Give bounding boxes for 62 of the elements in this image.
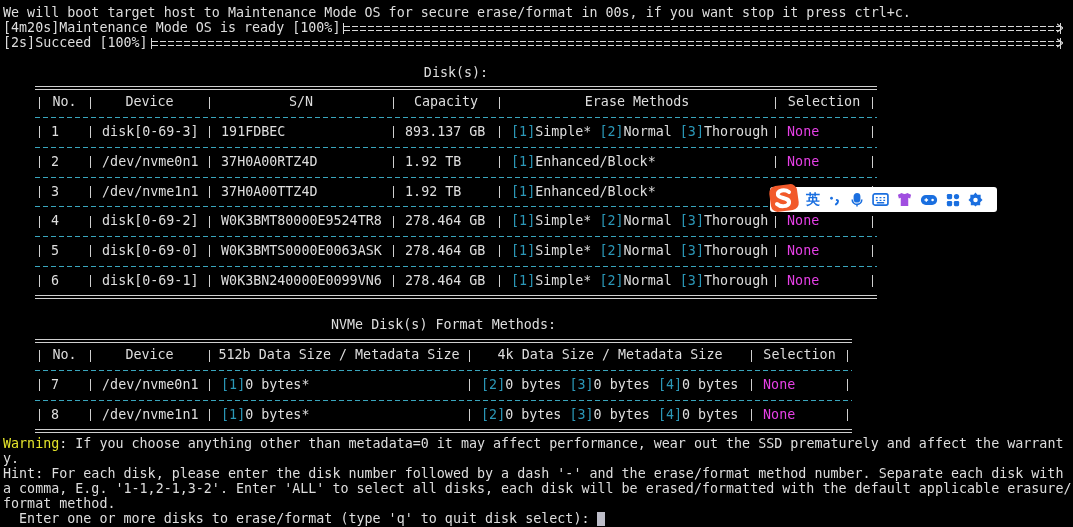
table-cell: [1]0 bytes* [221,376,310,392]
table-cell: 37H0A00RTZ4D [221,153,318,169]
boot-message: We will boot target host to Maintenance Mode OS for secure erase/format in 00s, if you want stop it press ctrl+c. [3,6,912,21]
table-cell: 278.464 GB [405,213,486,229]
table-cell: 3 [51,183,60,199]
shirt-icon[interactable] [897,192,912,207]
table-cell: [1]Simple* [2]Normal [3]Thorough [511,272,769,288]
settings-icon[interactable] [968,192,983,207]
text-cursor [597,512,606,527]
table-cell: [1]Enhanced/Block* [511,183,656,199]
table-cell: None [763,406,796,422]
table-cell: [1]Enhanced/Block* [511,153,656,169]
table-cell: disk[0-69-0] [102,243,199,258]
progress-label: [4m20s]Maintenance Mode OS is ready [100%] [3,20,341,36]
table-cell: 1 [51,124,60,139]
microphone-icon[interactable] [850,191,864,208]
table-cell: 278.464 GB [405,243,486,258]
table-cell: W0K3BN240000E0099VN6 [221,272,382,288]
table-cell: 6 [51,272,60,288]
hint-message: Hint: For each disk, please enter the disk number followed by a dash '-' and the erase/format method number. Separate each disk with a comma, E.g. '1-1,2-1,3-2'. Enter 'ALL' to select all disks, each disk will be erased/formatted with the default applicable erasure/format method. [3,467,1073,512]
table-cell: /dev/nvme0n1 [102,153,199,169]
table-cell: None [787,124,820,139]
table-cell: None [787,153,820,169]
apps-icon[interactable] [946,192,960,207]
table-cell: 893.137 GB [405,124,486,139]
table-cell: 7 [51,376,60,392]
table-cell: disk[0-69-2] [102,213,199,229]
table-title: Disk(s): [423,64,489,80]
table-cell: 191FDBEC [221,124,286,139]
table-cell: 1.92 TB [405,153,462,169]
warning-message: Warning: If you choose anything other than metadata=0 it may affect performance, wear out the SSD prematurely and affect the warranty. [3,437,1065,467]
logo-icon[interactable] [768,183,800,213]
table-cell: 278.464 GB [405,272,486,288]
table-cell: 2 [51,153,60,169]
table-cell: /dev/nvme1n1 [102,406,199,422]
table-cell: None [763,376,796,392]
table-cell: 37H0A00TTZ4D [221,183,318,199]
table-title: NVMe Disk(s) Format Methods: [331,317,556,333]
table-cell: [1]0 bytes* [221,406,310,422]
table-cell: 5 [51,243,60,258]
table-cell: None [787,213,820,229]
table-cell: disk[0-69-1] [102,272,199,288]
table-cell: [1]Simple* [2]Normal [3]Thorough [511,213,769,229]
table-cell: disk[0-69-3] [102,124,199,139]
table-cell: /dev/nvme1n1 [102,183,199,199]
table-cell: [1]Simple* [2]Normal [3]Thorough [511,243,769,258]
input-mode-toggle[interactable]: 英 [806,190,820,209]
table-cell: [2]0 bytes [3]0 bytes [4]0 bytes [481,376,739,392]
table-cell: None [787,272,820,288]
input-prompt: Enter one or more disks to erase/format (type 'q' to quit disk select): [19,511,590,527]
table-cell: 8 [51,406,60,422]
table-cell: /dev/nvme0n1 [102,376,199,392]
table-cell: [2]0 bytes [3]0 bytes [4]0 bytes [481,406,739,422]
table-cell: None [787,243,820,258]
table-cell: [1]Simple* [2]Normal [3]Thorough [511,124,769,139]
gamepad-icon[interactable] [920,193,938,206]
table-cell: W0K3BMT80000E9524TR8 [221,213,382,229]
table-cell: 1.92 TB [405,183,462,199]
progress-label: [2s]Succeed [100%] [3,35,148,51]
table-cell: 4 [51,213,60,229]
keyboard-icon[interactable] [872,193,889,206]
table-cell: W0K3BMTS0000E0063ASK [221,243,382,258]
